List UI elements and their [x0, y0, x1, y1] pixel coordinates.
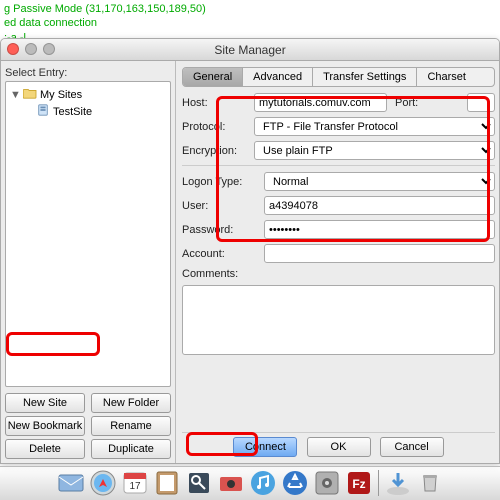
dock: 17 Fz — [0, 466, 500, 500]
tree-site-label: TestSite — [53, 106, 92, 118]
encryption-label: Encryption: — [182, 145, 250, 157]
general-form: Host: Port: Protocol: FTP - File Transfe… — [182, 93, 495, 430]
duplicate-button[interactable]: Duplicate — [91, 439, 171, 459]
window-controls — [7, 43, 55, 55]
left-panel: Select Entry: ▼ My Sites TestSite N — [1, 61, 176, 463]
site-manager-window: Site Manager Select Entry: ▼ My Sites Te… — [0, 38, 500, 464]
tree-root-label: My Sites — [40, 89, 82, 101]
host-label: Host: — [182, 97, 250, 109]
minimize-icon[interactable] — [25, 43, 37, 55]
tab-bar: General Advanced Transfer Settings Chars… — [182, 67, 495, 87]
dock-preview-icon[interactable] — [184, 468, 214, 498]
protocol-select[interactable]: FTP - File Transfer Protocol — [254, 117, 495, 136]
logon-type-select[interactable]: Normal — [264, 172, 495, 191]
port-label: Port: — [395, 97, 463, 109]
server-icon — [36, 104, 50, 119]
host-input[interactable] — [254, 93, 387, 112]
dialog-buttons: Connect OK Cancel — [182, 432, 495, 459]
comments-label: Comments: — [182, 268, 260, 280]
password-label: Password: — [182, 224, 260, 236]
folder-icon — [23, 87, 37, 102]
tree-site-item[interactable]: TestSite — [8, 103, 168, 120]
cancel-button[interactable]: Cancel — [380, 437, 444, 457]
user-input[interactable] — [264, 196, 495, 215]
new-site-button[interactable]: New Site — [5, 393, 85, 413]
account-input — [264, 244, 495, 263]
select-entry-label: Select Entry: — [5, 67, 171, 79]
new-bookmark-button[interactable]: New Bookmark — [5, 416, 85, 436]
dock-photobooth-icon[interactable] — [216, 468, 246, 498]
dock-itunes-icon[interactable] — [248, 468, 278, 498]
comments-textarea[interactable] — [182, 285, 495, 355]
disclosure-triangle-icon[interactable]: ▼ — [10, 89, 20, 101]
tab-charset[interactable]: Charset — [417, 68, 476, 86]
dock-mail-icon[interactable] — [56, 468, 86, 498]
dock-downloads-icon[interactable] — [383, 468, 413, 498]
dock-safari-icon[interactable] — [88, 468, 118, 498]
tab-advanced[interactable]: Advanced — [243, 68, 313, 86]
site-tree[interactable]: ▼ My Sites TestSite — [5, 81, 171, 387]
zoom-icon[interactable] — [43, 43, 55, 55]
dock-appstore-icon[interactable] — [280, 468, 310, 498]
tab-transfer[interactable]: Transfer Settings — [313, 68, 417, 86]
dock-settings-icon[interactable] — [312, 468, 342, 498]
port-input[interactable] — [467, 93, 495, 112]
dock-ical-icon[interactable]: 17 — [120, 468, 150, 498]
rename-button[interactable]: Rename — [91, 416, 171, 436]
dock-contacts-icon[interactable] — [152, 468, 182, 498]
tree-root[interactable]: ▼ My Sites — [8, 86, 168, 103]
protocol-label: Protocol: — [182, 121, 250, 133]
connect-button[interactable]: Connect — [233, 437, 297, 457]
close-icon[interactable] — [7, 43, 19, 55]
dock-separator — [378, 470, 379, 496]
tab-general[interactable]: General — [183, 68, 243, 86]
logon-type-label: Logon Type: — [182, 176, 260, 188]
dock-filezilla-icon[interactable]: Fz — [344, 468, 374, 498]
ok-button[interactable]: OK — [307, 437, 371, 457]
account-label: Account: — [182, 248, 260, 260]
window-title: Site Manager — [214, 43, 285, 57]
right-panel: General Advanced Transfer Settings Chars… — [176, 61, 499, 463]
encryption-select[interactable]: Use plain FTP — [254, 141, 495, 160]
site-action-buttons: New Site New Folder New Bookmark Rename … — [5, 393, 171, 459]
svg-text:Fz: Fz — [352, 477, 365, 491]
user-label: User: — [182, 200, 260, 212]
delete-button[interactable]: Delete — [5, 439, 85, 459]
password-input[interactable] — [264, 220, 495, 239]
titlebar[interactable]: Site Manager — [1, 39, 499, 61]
svg-text:17: 17 — [129, 481, 141, 492]
dock-trash-icon[interactable] — [415, 468, 445, 498]
new-folder-button[interactable]: New Folder — [91, 393, 171, 413]
